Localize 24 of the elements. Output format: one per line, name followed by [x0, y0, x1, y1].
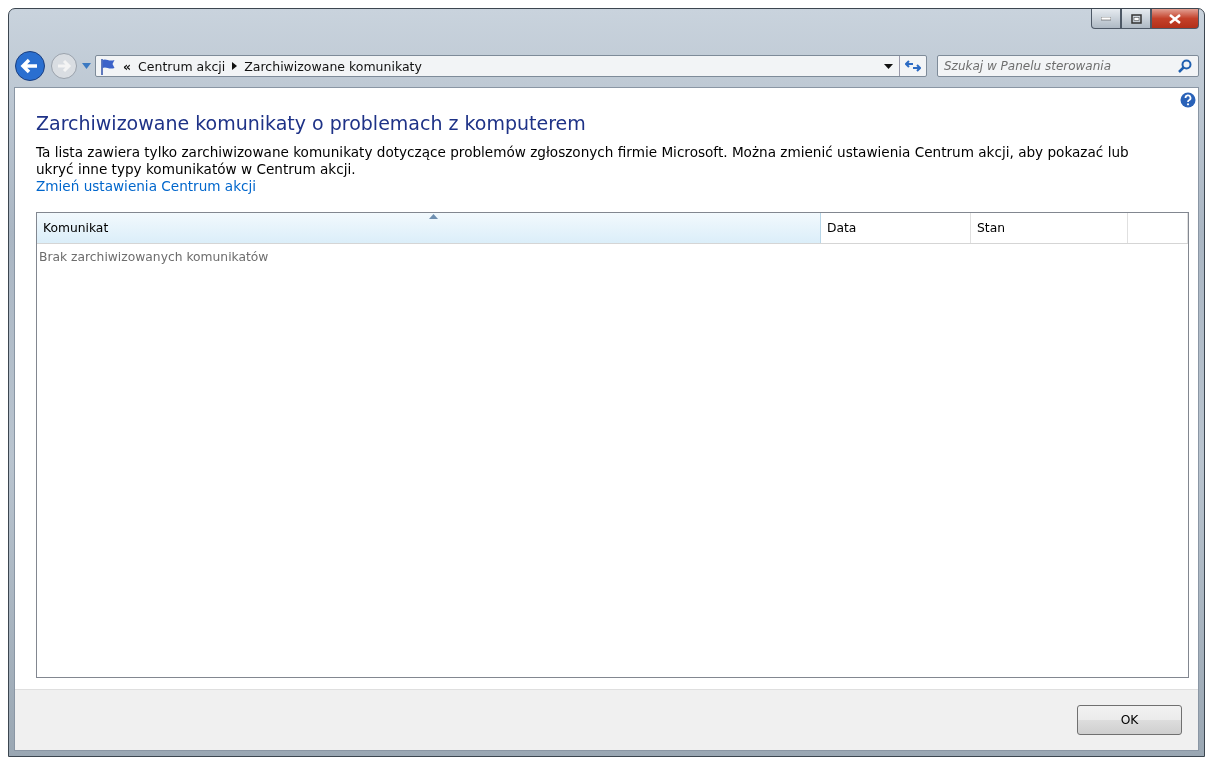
- settings-link[interactable]: Zmień ustawienia Centrum akcji: [36, 178, 257, 195]
- close-icon[interactable]: [1169, 13, 1181, 24]
- minimize-button[interactable]: [1091, 9, 1121, 29]
- empty-list-text: Brak zarchiwizowanych komunikatów: [38, 249, 269, 264]
- breadcrumb-item[interactable]: Zarchiwizowane komunikaty: [244, 58, 422, 74]
- search-field[interactable]: Szukaj w Panelu sterowania: [937, 55, 1199, 77]
- description-text: Ta lista zawiera tylko zarchiwizowane komunikaty dotyczące problemów zgłoszonych firmie Microsoft. Można zmienić ustawienia Centrum akcji, aby pokazać lub ukryć inne typy komunikatów w Centrum akcji.: [36, 144, 1130, 178]
- overflow-chevron[interactable]: «: [123, 58, 132, 74]
- column-header[interactable]: Komunikat: [37, 213, 821, 243]
- maximize-icon[interactable]: [1130, 13, 1142, 24]
- ok-button[interactable]: OK: [1077, 705, 1182, 735]
- address-bar[interactable]: « Centrum akcji Zarchiwizowane komunikaty: [95, 55, 927, 77]
- breadcrumb-arrow-icon[interactable]: [232, 62, 238, 70]
- flag-icon: [100, 57, 116, 75]
- maximize-button[interactable]: [1121, 9, 1151, 29]
- refresh-icon[interactable]: [905, 59, 921, 73]
- back-icon[interactable]: [14, 50, 46, 82]
- breadcrumb-item[interactable]: Centrum akcji: [138, 58, 226, 74]
- dropdown-arrow-icon[interactable]: [883, 63, 893, 69]
- help-icon[interactable]: [1180, 92, 1196, 108]
- search-icon[interactable]: [1178, 59, 1192, 73]
- page-heading: Zarchiwizowane komunikaty o problemach z komputerem: [36, 112, 587, 134]
- sort-ascending-icon: [428, 214, 438, 219]
- close-button[interactable]: [1151, 9, 1199, 29]
